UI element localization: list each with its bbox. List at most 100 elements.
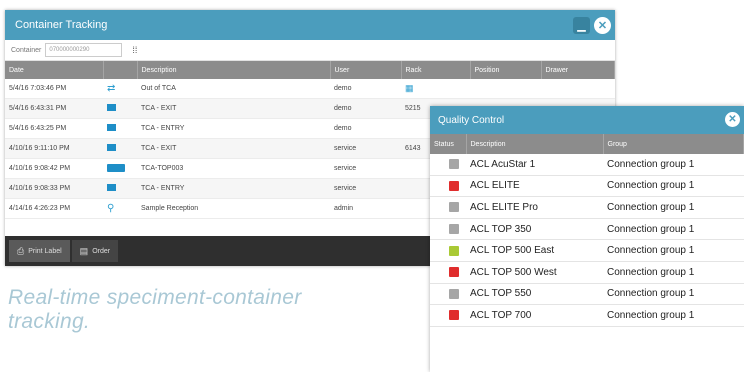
grid-icon: ▦ <box>405 83 414 93</box>
cell-date: 4/10/16 9:11:10 PM <box>5 138 103 159</box>
column-header-description[interactable]: Description <box>137 61 331 79</box>
print-label-button[interactable]: ⎙ Print Label <box>9 240 70 262</box>
cell-description: TCA-TOP003 <box>137 158 330 179</box>
table-header: Status Description Group <box>430 134 744 154</box>
cell-group: Connection group 1 <box>603 304 744 327</box>
cell-description: TCA - EXIT <box>137 138 330 159</box>
cell-status <box>430 196 466 219</box>
column-header-drawer[interactable]: Drawer <box>541 61 615 79</box>
cell-user: admin <box>330 198 401 219</box>
tagline-caption: Real-time speciment-container tracking. <box>8 286 302 333</box>
cell-description: ACL TOP 350 <box>466 218 603 241</box>
cell-rack: ▦ <box>401 79 470 99</box>
cell-status <box>430 261 466 284</box>
qc-table: Status Description Group ACL AcuStar 1 Co… <box>430 134 744 327</box>
cell-description: Out of TCA <box>137 79 330 99</box>
column-header-rack[interactable]: Rack <box>401 61 471 79</box>
column-header-user[interactable]: User <box>330 61 402 79</box>
cell-status <box>430 239 466 262</box>
column-header-status[interactable]: Status <box>430 134 467 154</box>
cell-status <box>430 304 466 327</box>
cell-user: demo <box>330 98 401 119</box>
cell-group: Connection group 1 <box>603 283 744 306</box>
cell-description: TCA - ENTRY <box>137 118 330 139</box>
cell-position <box>470 79 541 99</box>
table-row[interactable]: ACL ELITE Connection group 1 <box>430 175 744 198</box>
cell-description: ACL TOP 500 West <box>466 261 603 284</box>
barcode-icon[interactable]: ⁞⁞ <box>132 45 137 55</box>
column-header-description[interactable]: Description <box>466 134 604 154</box>
table-row[interactable]: ACL ELITE Pro Connection group 1 <box>430 196 744 219</box>
table-row[interactable]: ACL AcuStar 1 Connection group 1 <box>430 154 744 176</box>
container-label: Container <box>11 46 42 54</box>
quality-control-window: Quality Control ✕ Status Description Gro… <box>430 106 744 372</box>
status-indicator <box>449 180 459 191</box>
print-label-text: Print Label <box>28 247 62 255</box>
cell-description: ACL AcuStar 1 <box>466 154 603 176</box>
cell-status <box>430 218 466 241</box>
status-indicator <box>449 310 459 321</box>
cell-status <box>430 283 466 306</box>
table-row[interactable]: ACL TOP 500 West Connection group 1 <box>430 261 744 284</box>
cell-description: TCA - EXIT <box>137 98 330 119</box>
status-indicator <box>449 288 459 299</box>
cell-group: Connection group 1 <box>603 196 744 219</box>
order-list-icon: ▤ <box>79 245 89 256</box>
minimize-icon[interactable]: ▁ <box>573 17 590 34</box>
cell-date: 5/4/16 6:43:31 PM <box>5 98 103 119</box>
container-filter: Container 070000000290 ⁞⁞ <box>5 40 615 61</box>
cell-user: service <box>330 138 401 159</box>
cell-date: 5/4/16 6:43:25 PM <box>5 118 103 139</box>
cell-user: service <box>330 178 401 199</box>
table-row[interactable]: 5/4/16 7:03:46 PM ⇄ Out of TCA demo ▦ <box>5 79 615 99</box>
flag-icon <box>107 104 116 111</box>
cell-group: Connection group 1 <box>603 261 744 284</box>
window-title: Quality Control <box>438 114 505 126</box>
order-text: Order <box>92 247 111 255</box>
flag-icon <box>107 144 116 151</box>
column-header-position[interactable]: Position <box>470 61 542 79</box>
transfer-icon: ⇄ <box>107 83 116 94</box>
flag-icon <box>107 124 116 131</box>
close-icon[interactable]: ✕ <box>725 112 740 127</box>
window-title: Container Tracking <box>15 19 108 31</box>
status-indicator <box>449 245 459 256</box>
column-header-date[interactable]: Date <box>5 61 104 79</box>
cell-date: 4/10/16 9:08:42 PM <box>5 158 103 179</box>
table-row[interactable]: ACL TOP 550 Connection group 1 <box>430 283 744 306</box>
container-input[interactable]: 070000000290 <box>45 43 123 57</box>
cell-description: ACL ELITE <box>466 175 603 198</box>
container-tracking-titlebar: Container Tracking ▁ ✕ <box>5 10 615 40</box>
flag-icon <box>107 184 116 191</box>
quality-control-titlebar: Quality Control ✕ <box>430 106 744 134</box>
cell-date: 4/14/16 4:26:23 PM <box>5 198 103 219</box>
location-pin-icon: ⚲ <box>107 203 115 214</box>
cell-date: 4/10/16 9:08:33 PM <box>5 178 103 199</box>
cell-status <box>430 175 466 198</box>
cell-user: demo <box>330 118 401 139</box>
order-button[interactable]: ▤ Order <box>71 240 119 262</box>
column-header-group[interactable]: Group <box>603 134 744 154</box>
cell-group: Connection group 1 <box>603 239 744 262</box>
cell-status <box>430 154 466 176</box>
cell-date: 5/4/16 7:03:46 PM <box>5 79 103 99</box>
cell-description: ACL TOP 550 <box>466 283 603 306</box>
cell-description: ACL TOP 700 <box>466 304 603 327</box>
cell-drawer <box>541 79 615 99</box>
table-row[interactable]: ACL TOP 350 Connection group 1 <box>430 218 744 241</box>
cell-description: ACL TOP 500 East <box>466 239 603 262</box>
cell-user: service <box>330 158 401 179</box>
analyzer-icon <box>107 163 125 172</box>
status-indicator <box>449 223 459 234</box>
cell-description: ACL ELITE Pro <box>466 196 603 219</box>
status-indicator <box>449 267 459 278</box>
cell-group: Connection group 1 <box>603 154 744 176</box>
table-row[interactable]: ACL TOP 500 East Connection group 1 <box>430 239 744 262</box>
column-header-icon[interactable] <box>103 61 138 79</box>
printer-icon: ⎙ <box>17 245 25 256</box>
close-icon[interactable]: ✕ <box>594 17 611 34</box>
cell-group: Connection group 1 <box>603 218 744 241</box>
table-row[interactable]: ACL TOP 700 Connection group 1 <box>430 304 744 327</box>
status-indicator <box>449 202 459 213</box>
cell-group: Connection group 1 <box>603 175 744 198</box>
